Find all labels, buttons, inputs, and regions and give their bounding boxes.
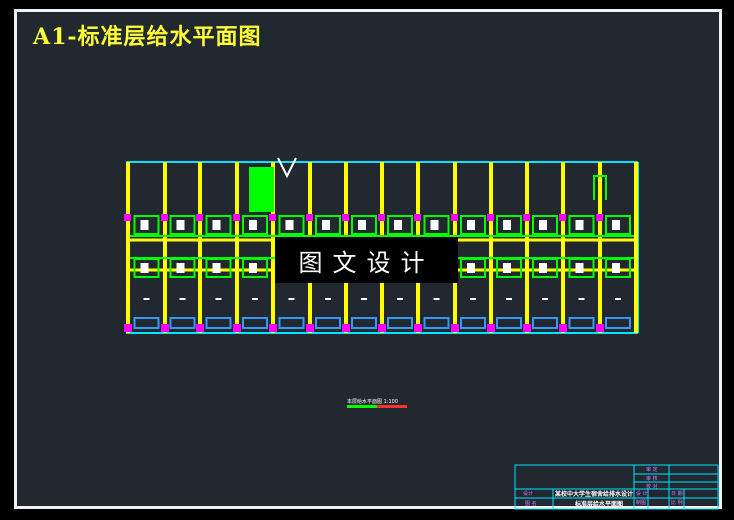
- fixture-valve: [306, 214, 313, 221]
- fixture-symbol: [249, 220, 257, 230]
- window-mark: [433, 298, 440, 300]
- fixture-symbol: [140, 220, 149, 230]
- legend-text: 本层给水平面图 1:100: [347, 399, 398, 405]
- window-mark: [397, 298, 403, 300]
- balcony-fixture: [568, 317, 595, 329]
- fixture-valve: [378, 214, 385, 221]
- floor-drain: [414, 324, 422, 332]
- floor-drain: [596, 324, 604, 332]
- tb-cell-0: 审 定: [646, 467, 658, 473]
- window-mark: [506, 298, 512, 300]
- fixture-valve: [487, 214, 494, 221]
- floor-drain: [378, 324, 386, 332]
- fixture-valve: [269, 214, 276, 221]
- balcony-fixture: [169, 317, 196, 329]
- balcony-fixture: [460, 317, 486, 329]
- fixture-symbol: [358, 220, 366, 230]
- title-block-label: 设计: [523, 491, 534, 497]
- fixture-symbol: [249, 263, 257, 273]
- window-mark: [215, 298, 222, 300]
- fixture-symbol: [575, 220, 584, 230]
- fixture-symbol: [467, 263, 475, 273]
- watermark: 图文设计: [275, 237, 458, 283]
- tb-cell-1: 审 核: [646, 476, 658, 482]
- fixture-symbol: [322, 220, 330, 230]
- fixture-symbol: [285, 220, 294, 230]
- balcony-fixture: [605, 317, 631, 329]
- fixture-valve: [559, 214, 566, 221]
- fixture-symbol: [176, 220, 185, 230]
- balcony-fixture: [242, 317, 268, 329]
- floor-drain: [161, 324, 169, 332]
- legend-green-bar: [347, 405, 377, 408]
- tb-cell-4: 制图: [636, 500, 647, 506]
- plan-legend: 本层给水平面图 1:100: [347, 398, 398, 405]
- floor-drain: [196, 324, 204, 332]
- fixture-valve: [342, 214, 349, 221]
- fixture-symbol: [503, 220, 511, 230]
- fixture-symbol: [539, 263, 547, 273]
- floor-drain: [523, 324, 531, 332]
- fixture-valve: [124, 214, 131, 221]
- window-mark: [361, 298, 367, 300]
- fixture-valve: [414, 214, 421, 221]
- riser-symbol: [277, 157, 297, 179]
- floor-drain: [306, 324, 314, 332]
- fixture-valve: [596, 214, 603, 221]
- fixture-symbol: [467, 220, 475, 230]
- fixture-valve: [523, 214, 530, 221]
- legend-red-bar: [377, 405, 407, 408]
- window-mark: [578, 298, 585, 300]
- title-block-drawing-name: 标准层给水平面图: [575, 501, 624, 508]
- tb-cell-3: 设 计: [636, 491, 648, 497]
- fixture-symbol: [212, 220, 221, 230]
- fixture-symbol: [430, 220, 439, 230]
- tb-cell-2: 校 对: [646, 484, 658, 490]
- title-block-project: 某校中大学生宿舍给排水设计: [555, 491, 634, 498]
- balcony-fixture: [532, 317, 558, 329]
- balcony-fixture: [387, 317, 413, 329]
- tb-cell-6: 比 例: [671, 500, 683, 506]
- fixture-symbol: [575, 263, 584, 273]
- floor-drain: [233, 324, 241, 332]
- fixture-symbol: [503, 263, 511, 273]
- window-mark: [325, 298, 331, 300]
- balcony-fixture: [423, 317, 450, 329]
- fixture-valve: [196, 214, 203, 221]
- floor-drain: [269, 324, 277, 332]
- floor-drain: [559, 324, 567, 332]
- window-mark: [143, 298, 150, 300]
- floor-drain: [124, 324, 132, 332]
- fixture-valve: [161, 214, 168, 221]
- balcony-fixture: [278, 317, 305, 329]
- fixture-symbol: [394, 220, 402, 230]
- window-mark: [288, 298, 295, 300]
- fixture-valve: [451, 214, 458, 221]
- fixture-symbol: [176, 263, 185, 273]
- floor-drain: [451, 324, 459, 332]
- title-block-label2: 图 名: [525, 501, 537, 507]
- fixture-symbol: [212, 263, 221, 273]
- fixture-symbol: [612, 263, 620, 273]
- water-tank: [249, 167, 274, 212]
- fixture-symbol: [612, 220, 620, 230]
- balcony-fixture: [133, 317, 160, 329]
- balcony-fixture: [496, 317, 522, 329]
- window-mark: [179, 298, 186, 300]
- fixture-valve: [233, 214, 240, 221]
- floor-drain: [342, 324, 350, 332]
- tb-cell-5: 日 期: [671, 491, 683, 497]
- window-mark: [252, 298, 258, 300]
- window-mark: [615, 298, 621, 300]
- balcony-fixture: [205, 317, 232, 329]
- floor-drain: [487, 324, 495, 332]
- fixture-symbol: [539, 220, 547, 230]
- window-mark: [470, 298, 476, 300]
- balcony-fixture: [351, 317, 377, 329]
- balcony-fixture: [315, 317, 341, 329]
- fixture-symbol: [140, 263, 149, 273]
- window-mark: [542, 298, 548, 300]
